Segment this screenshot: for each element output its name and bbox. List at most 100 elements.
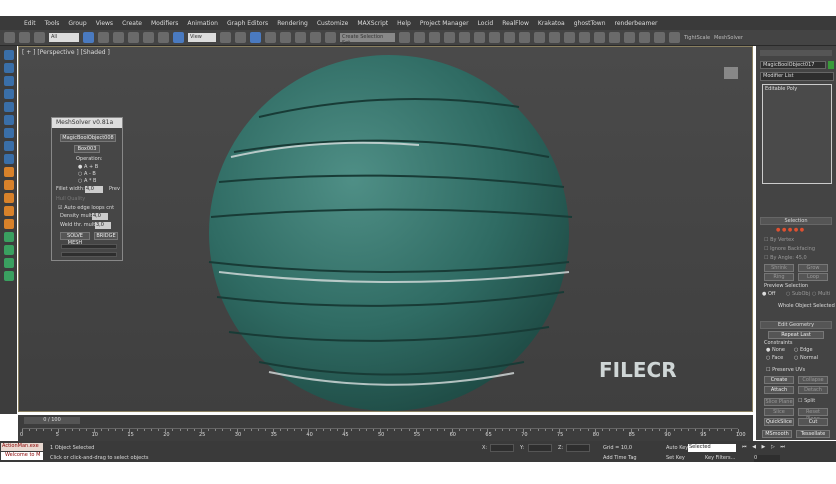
menu-customize[interactable]: Customize: [317, 20, 349, 27]
shrink-button[interactable]: Shrink: [764, 264, 794, 272]
quickslice-button[interactable]: QuickSlice: [764, 418, 794, 426]
prev-button[interactable]: Prev: [109, 186, 120, 192]
meshsolver-button[interactable]: MeshSolver: [714, 35, 743, 41]
current-frame-field[interactable]: 0: [754, 455, 780, 462]
menu-modifiers[interactable]: Modifiers: [151, 20, 178, 27]
schematic-icon[interactable]: [474, 32, 485, 43]
auto-key-button[interactable]: Auto Key: [666, 445, 688, 451]
tool-icon[interactable]: [3, 193, 14, 203]
material-editor-icon[interactable]: [489, 32, 500, 43]
reset-plane-button[interactable]: Reset Plane: [798, 408, 828, 422]
render-icon[interactable]: [534, 32, 545, 43]
subobject-icons[interactable]: ● ● ● ● ●: [776, 227, 804, 233]
constraint-edge-radio[interactable]: ○ Edge: [794, 347, 813, 353]
snap-icon[interactable]: [265, 32, 276, 43]
object-color-swatch[interactable]: [828, 61, 834, 69]
shirt-icon[interactable]: [579, 32, 590, 43]
op-union-radio[interactable]: ● A + B: [78, 164, 98, 170]
tool-icon[interactable]: [3, 167, 14, 177]
ghost-icon[interactable]: [609, 32, 620, 43]
menu-animation[interactable]: Animation: [187, 20, 218, 27]
reference-coord-dropdown[interactable]: View: [188, 33, 216, 42]
grow-button[interactable]: Grow: [798, 264, 828, 272]
set-key-button[interactable]: Set Key: [666, 455, 685, 461]
maxscript-listener[interactable]: ActionMan.exe: [1, 443, 43, 451]
slice-plane-button[interactable]: Slice Plane: [764, 398, 794, 406]
tool-icon[interactable]: [3, 76, 14, 86]
menu-krakatoa[interactable]: Krakatoa: [538, 20, 565, 27]
detach-button[interactable]: Detach: [798, 386, 828, 394]
attach-button[interactable]: Attach: [764, 386, 794, 394]
pick-object-button[interactable]: MagicBoolObject008: [60, 134, 116, 142]
tool-icon[interactable]: [3, 219, 14, 229]
ring-button[interactable]: Ring: [764, 273, 794, 281]
tool-icon[interactable]: [3, 89, 14, 99]
bridge-button[interactable]: BRIDGE: [94, 232, 118, 240]
edit-geometry-rollout-header[interactable]: Edit Geometry: [760, 321, 832, 329]
menu-maxscript[interactable]: MAXScript: [357, 20, 388, 27]
command-panel-tabs[interactable]: [760, 50, 832, 56]
slice-button[interactable]: Slice: [764, 408, 794, 416]
solve-mesh-button[interactable]: SOLVE MESH: [60, 232, 90, 246]
z-coord-field[interactable]: [566, 444, 590, 452]
modifier-list-dropdown[interactable]: Modifier List: [760, 72, 834, 81]
key-filters-button[interactable]: Key Filters...: [705, 455, 735, 461]
constraint-normal-radio[interactable]: ○ Normal: [794, 355, 818, 361]
move-icon[interactable]: [143, 32, 154, 43]
tightscale-button[interactable]: TightScale: [684, 35, 710, 41]
collapse-button[interactable]: Collapse: [798, 376, 828, 384]
selection-filter-dropdown[interactable]: All: [49, 33, 79, 42]
menu-views[interactable]: Views: [96, 20, 113, 27]
render-setup-icon[interactable]: [504, 32, 515, 43]
menu-locid[interactable]: Locid: [478, 20, 494, 27]
manipulate-icon[interactable]: [235, 32, 246, 43]
sphere-icon[interactable]: [564, 32, 575, 43]
script-icon[interactable]: [624, 32, 635, 43]
tool-icon[interactable]: [3, 206, 14, 216]
menu-edit[interactable]: Edit: [24, 20, 36, 27]
menu-rendering[interactable]: Rendering: [277, 20, 308, 27]
keyboard-shortcut-icon[interactable]: [250, 32, 261, 43]
scale-icon[interactable]: [173, 32, 184, 43]
script3-icon[interactable]: [654, 32, 665, 43]
rect-selection-icon[interactable]: [113, 32, 124, 43]
menu-create[interactable]: Create: [122, 20, 142, 27]
weld-spinner[interactable]: 3,0: [95, 222, 111, 229]
bind-space-warp-icon[interactable]: [34, 32, 45, 43]
key-mode-dropdown[interactable]: Selected: [688, 444, 736, 452]
box-button[interactable]: Box003: [74, 145, 100, 153]
render-frame-icon[interactable]: [519, 32, 530, 43]
select-object-icon[interactable]: [83, 32, 94, 43]
track-bar[interactable]: 0 5 10 15 20 25 30 35 40 45 50 55 60 65 70 75 80 85 90 95 10…: [20, 428, 746, 440]
density-spinner[interactable]: 4,0: [92, 213, 108, 220]
rotate-icon[interactable]: [158, 32, 169, 43]
object-name-field[interactable]: MagicBoolObject017: [760, 61, 826, 69]
menu-graph-editors[interactable]: Graph Editors: [227, 20, 268, 27]
by-vertex-checkbox[interactable]: ☐ By Vertex: [764, 237, 794, 243]
particles-icon[interactable]: [594, 32, 605, 43]
preview-subobj-radio[interactable]: ○ SubObj: [786, 291, 810, 297]
graphite-icon[interactable]: [444, 32, 455, 43]
msmooth-button[interactable]: MSmooth: [762, 430, 792, 438]
by-angle-checkbox[interactable]: ☐ By Angle: 45,0: [764, 255, 807, 261]
select-by-name-icon[interactable]: [98, 32, 109, 43]
edit-named-selection-icon[interactable]: [325, 32, 336, 43]
time-slider[interactable]: 0 / 100: [24, 417, 80, 424]
layer-icon[interactable]: [429, 32, 440, 43]
op-subtract-radio[interactable]: ○ A - B: [78, 171, 96, 177]
pivot-icon[interactable]: [220, 32, 231, 43]
tool-icon[interactable]: [3, 50, 14, 60]
menu-ghosttown[interactable]: ghostTown: [574, 20, 606, 27]
tool-icon[interactable]: [3, 180, 14, 190]
y-coord-field[interactable]: [528, 444, 552, 452]
menu-renderbeamer[interactable]: renderbeamer: [615, 20, 658, 27]
curve-editor-icon[interactable]: [459, 32, 470, 43]
menu-tools[interactable]: Tools: [45, 20, 60, 27]
tool-icon[interactable]: [3, 63, 14, 73]
tool-icon[interactable]: [3, 232, 14, 242]
fillet-width-spinner[interactable]: 4,0: [85, 186, 103, 193]
link-icon[interactable]: [4, 32, 15, 43]
constraint-face-radio[interactable]: ○ Face: [766, 355, 783, 361]
op-intersect-radio[interactable]: ○ A * B: [78, 178, 96, 184]
sphere-object[interactable]: FILECR: [19, 47, 754, 413]
